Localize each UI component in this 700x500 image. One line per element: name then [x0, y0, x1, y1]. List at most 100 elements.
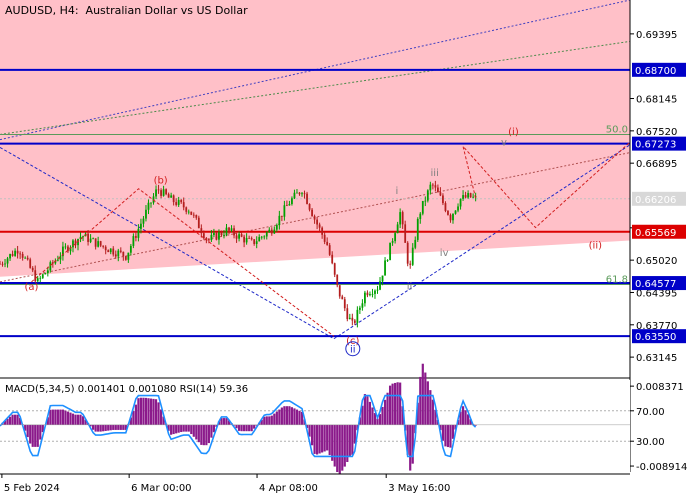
candle-body	[94, 238, 97, 247]
candle-body	[366, 292, 369, 296]
candle-body	[389, 242, 391, 261]
candle-body	[29, 259, 32, 268]
candle-body	[11, 254, 14, 256]
candle-body	[250, 238, 253, 240]
candle-body	[213, 233, 215, 235]
candle-body	[175, 202, 178, 205]
candle-body	[195, 215, 198, 218]
wave-label-10: (ii)	[589, 240, 602, 251]
candle-body	[452, 213, 454, 221]
candle-body	[180, 200, 183, 203]
candle-body	[145, 209, 147, 219]
candle-body	[369, 294, 371, 296]
target-zone-fill	[0, 0, 630, 277]
candle-body	[228, 227, 230, 231]
candle-body	[135, 236, 137, 238]
candle-body	[114, 254, 117, 257]
price-tick-label-3: 0.66895	[636, 159, 677, 170]
candle-body	[238, 234, 240, 239]
candle-body	[172, 195, 175, 203]
candle-body	[0, 263, 1, 265]
candle-body	[426, 190, 429, 201]
candle-body	[137, 228, 140, 238]
candle-body	[187, 211, 190, 213]
candle-body	[454, 210, 457, 214]
chart-title: AUDUSD, H4: Australian Dollar vs US Doll…	[5, 4, 248, 17]
wave-label-7: iv	[440, 248, 449, 259]
candle-body	[72, 240, 74, 248]
wave-label-0: (a)	[25, 282, 39, 293]
candle-body	[288, 204, 291, 206]
candle-body	[348, 317, 351, 320]
title-colon: :	[74, 4, 86, 17]
candle-body	[6, 258, 9, 264]
candle-body	[278, 215, 281, 226]
candle-body	[341, 296, 344, 300]
candle-body	[41, 274, 44, 278]
wave-label-6: iii	[431, 168, 439, 179]
candle-body	[124, 256, 127, 260]
wave-label-3: ii	[350, 345, 356, 356]
symbol-text: AUDUSD	[5, 4, 53, 17]
candle-body	[89, 238, 92, 242]
candle-body	[464, 195, 467, 198]
candle-body	[409, 263, 412, 265]
rsi-label: RSI(14) 59.36	[179, 384, 249, 395]
candle-body	[439, 192, 442, 196]
candle-body	[129, 245, 132, 253]
level-badge-label-2: 0.65569	[635, 228, 676, 239]
indicator-title: MACD(5,34,5) 0.001401 0.001080 RSI(14) 5…	[5, 384, 248, 395]
level-badge-label-3: 0.64577	[635, 279, 676, 290]
candle-body	[243, 236, 246, 243]
candle-body	[233, 228, 235, 236]
candle-body	[353, 320, 356, 323]
candle-body	[14, 250, 16, 256]
candle-body	[331, 254, 334, 264]
candle-body	[107, 250, 110, 253]
candle-body	[34, 270, 37, 282]
candle-body	[336, 274, 339, 286]
candle-body	[462, 195, 464, 199]
candle-body	[24, 257, 27, 259]
candle-body	[469, 193, 472, 198]
candle-body	[220, 232, 223, 236]
candle-body	[147, 202, 150, 210]
time-tick-label-2: 4 Apr 08:00	[259, 483, 318, 494]
candle-body	[21, 253, 24, 258]
price-chart-svg[interactable]: 50.061.8(a)(b)(c)iiiiiiiiivv(i)(ii)0.693…	[0, 0, 700, 500]
candle-body	[197, 217, 200, 229]
candle-body	[364, 292, 366, 304]
candle-body	[396, 224, 399, 234]
candle-body	[16, 250, 19, 254]
price-tick-label-5: 0.65020	[636, 256, 677, 267]
time-tick-label-0: 5 Feb 2024	[4, 483, 60, 494]
candle-body	[444, 203, 447, 211]
wave-label-9: (i)	[508, 127, 519, 138]
candle-body	[104, 246, 107, 251]
candle-body	[351, 317, 354, 321]
candle-body	[338, 285, 341, 297]
candle-body	[399, 212, 402, 225]
current-price-label: 0.66206	[635, 195, 676, 206]
candle-body	[293, 192, 296, 199]
candle-body	[162, 189, 165, 196]
candle-body	[275, 225, 278, 230]
candle-body	[200, 228, 203, 234]
candle-body	[4, 263, 6, 265]
candle-body	[44, 273, 47, 275]
ind-tick-label-0: 0.008371	[636, 382, 684, 393]
candle-body	[253, 239, 256, 244]
macd-label: MACD(5,34,5) 0.001401 0.001080	[5, 384, 177, 395]
candle-body	[46, 270, 49, 274]
candle-body	[394, 233, 397, 242]
candle-body	[92, 238, 95, 240]
candle-body	[280, 215, 283, 217]
candle-body	[127, 252, 130, 260]
candle-body	[361, 303, 364, 308]
candle-body	[240, 234, 243, 237]
candle-body	[401, 212, 404, 225]
candle-body	[99, 241, 102, 246]
candle-body	[356, 309, 359, 323]
candle-body	[170, 195, 173, 198]
candle-body	[323, 234, 326, 242]
